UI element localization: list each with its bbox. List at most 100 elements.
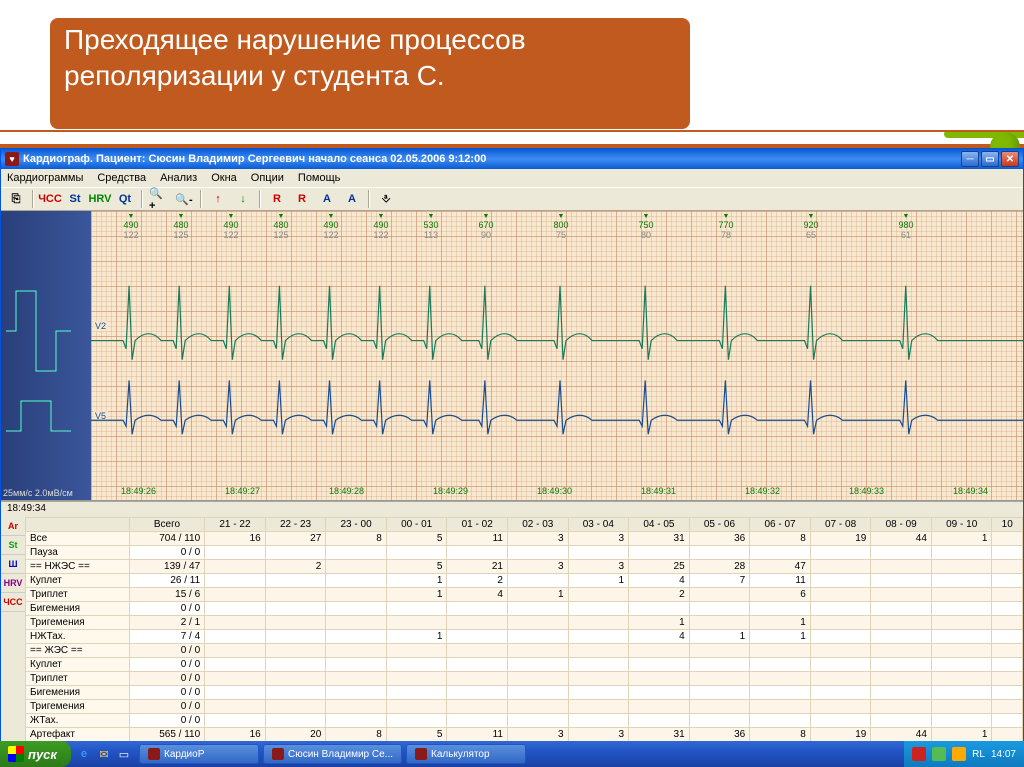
cell: 5 — [386, 560, 447, 574]
menu-Помощь[interactable]: Помощь — [298, 172, 341, 184]
col-header[interactable]: 05 - 06 — [689, 518, 750, 532]
col-header[interactable]: 23 - 00 — [326, 518, 387, 532]
cell: 44 — [871, 728, 932, 742]
table-row[interactable]: Все704 / 11016278511333136819441 — [26, 532, 1023, 546]
table-row[interactable]: НЖТах.7 / 41411 — [26, 630, 1023, 644]
col-header[interactable]: 08 - 09 — [871, 518, 932, 532]
table-row[interactable]: Триплет0 / 0 — [26, 672, 1023, 686]
table-row[interactable]: Триплет15 / 614126 — [26, 588, 1023, 602]
table-row[interactable]: Куплет0 / 0 — [26, 658, 1023, 672]
col-header[interactable]: 10 — [992, 518, 1023, 532]
ecg-chart[interactable]: 25мм/с 2.0мВ/см V2 V5 490122480125490122… — [1, 211, 1023, 501]
cell: 7 / 4 — [129, 630, 204, 644]
table-row[interactable]: ЖТах.0 / 0 — [26, 714, 1023, 728]
col-header[interactable]: 04 - 05 — [629, 518, 690, 532]
cell — [810, 574, 871, 588]
minimize-button[interactable]: ─ — [961, 151, 979, 167]
toolbar-btn-4[interactable]: Qt — [114, 189, 136, 209]
table-row[interactable]: == ЖЭС ==0 / 0 — [26, 644, 1023, 658]
row-label: == НЖЭС == — [26, 560, 130, 574]
toolbar-btn-11[interactable]: A — [316, 189, 338, 209]
col-header[interactable]: 06 - 07 — [750, 518, 811, 532]
taskbar-task[interactable]: Сюсин Владимир Се... — [263, 744, 402, 764]
windows-taskbar: пуск e ✉ ▭ КардиоРСюсин Владимир Се...Ка… — [0, 741, 1024, 767]
table-row[interactable]: Бигемения0 / 0 — [26, 602, 1023, 616]
start-button[interactable]: пуск — [0, 741, 71, 767]
toolbar-btn-6[interactable]: 🔍- — [173, 189, 195, 209]
toolbar-btn-0[interactable]: ⎘ — [5, 189, 27, 209]
mail-icon[interactable]: ✉ — [95, 744, 113, 764]
menu-Кардиограммы[interactable]: Кардиограммы — [7, 172, 83, 184]
tray-icon[interactable] — [912, 747, 926, 761]
toolbar-btn-9[interactable]: R — [266, 189, 288, 209]
toolbar-btn-5[interactable]: 🔍+ — [148, 189, 170, 209]
toolbar-btn-3[interactable]: HRV — [89, 189, 111, 209]
menu-Анализ[interactable]: Анализ — [160, 172, 197, 184]
cell — [265, 630, 326, 644]
toolbar-btn-10[interactable]: R — [291, 189, 313, 209]
tray-clock[interactable]: 14:07 — [991, 749, 1016, 760]
time-axis: 18:49:2618:49:2718:49:2818:49:2918:49:30… — [91, 486, 1023, 498]
chart-canvas[interactable]: V2 V5 4901224801254901224801254901224901… — [91, 211, 1023, 500]
cell — [386, 546, 447, 560]
side-tab-Ar[interactable]: Ar — [1, 517, 25, 536]
table-row[interactable]: Пауза0 / 0 — [26, 546, 1023, 560]
col-header[interactable]: 02 - 03 — [507, 518, 568, 532]
toolbar-btn-1[interactable]: ЧСС — [39, 189, 61, 209]
side-tab-HRV[interactable]: HRV — [1, 574, 25, 593]
system-tray[interactable]: RL 14:07 — [904, 741, 1024, 767]
tray-icon[interactable] — [952, 747, 966, 761]
table-row[interactable]: Артефакт565 / 11016208511333136819441 — [26, 728, 1023, 742]
tray-lang[interactable]: RL — [972, 749, 985, 760]
cell: 6 — [750, 588, 811, 602]
menu-Окна[interactable]: Окна — [211, 172, 237, 184]
cell: 1 — [629, 616, 690, 630]
table-row[interactable]: == НЖЭС ==139 / 47252133252847 — [26, 560, 1023, 574]
col-header[interactable]: 21 - 22 — [205, 518, 266, 532]
taskbar-task[interactable]: КардиоР — [139, 744, 259, 764]
toolbar-btn-12[interactable]: A — [341, 189, 363, 209]
toolbar-btn-13[interactable]: ⎀ — [375, 189, 397, 209]
cell — [386, 686, 447, 700]
col-header[interactable]: 07 - 08 — [810, 518, 871, 532]
cell — [931, 700, 992, 714]
col-header[interactable]: 22 - 23 — [265, 518, 326, 532]
col-header[interactable]: 09 - 10 — [931, 518, 992, 532]
side-tab-ЧСС[interactable]: ЧСС — [1, 593, 25, 612]
calibration-icon — [1, 211, 91, 501]
table-row[interactable]: Куплет26 / 111214711 — [26, 574, 1023, 588]
toolbar-btn-8[interactable]: ↓ — [232, 189, 254, 209]
cell — [689, 602, 750, 616]
taskbar-task[interactable]: Калькулятор — [406, 744, 526, 764]
table-row[interactable]: Тригемения0 / 0 — [26, 700, 1023, 714]
side-tab-Ш[interactable]: Ш — [1, 555, 25, 574]
cell — [931, 658, 992, 672]
side-tab-St[interactable]: St — [1, 536, 25, 555]
cell — [205, 700, 266, 714]
time-tick: 18:49:30 — [537, 486, 572, 496]
table-row[interactable]: Тригемения2 / 111 — [26, 616, 1023, 630]
cell — [931, 686, 992, 700]
window-title-bar[interactable]: ♥ Кардиограф. Пациент: Сюсин Владимир Се… — [1, 149, 1023, 169]
close-button[interactable]: ✕ — [1001, 151, 1019, 167]
cell — [992, 686, 1023, 700]
table-row[interactable]: Бигемения0 / 0 — [26, 686, 1023, 700]
cell — [629, 672, 690, 686]
col-header[interactable]: 00 - 01 — [386, 518, 447, 532]
tray-icon[interactable] — [932, 747, 946, 761]
desktop-icon[interactable]: ▭ — [115, 744, 133, 764]
maximize-button[interactable]: ▭ — [981, 151, 999, 167]
cell — [205, 616, 266, 630]
menu-Опции[interactable]: Опции — [251, 172, 284, 184]
menu-Средства[interactable]: Средства — [97, 172, 146, 184]
cell — [265, 714, 326, 728]
toolbar-btn-7[interactable]: ↑ — [207, 189, 229, 209]
cell — [568, 546, 629, 560]
table-scroll[interactable]: Всего21 - 2222 - 2323 - 0000 - 0101 - 02… — [25, 517, 1023, 743]
toolbar-btn-2[interactable]: St — [64, 189, 86, 209]
col-header[interactable]: Всего — [129, 518, 204, 532]
col-header[interactable]: 03 - 04 — [568, 518, 629, 532]
cell — [205, 686, 266, 700]
ie-icon[interactable]: e — [75, 744, 93, 764]
col-header[interactable]: 01 - 02 — [447, 518, 508, 532]
